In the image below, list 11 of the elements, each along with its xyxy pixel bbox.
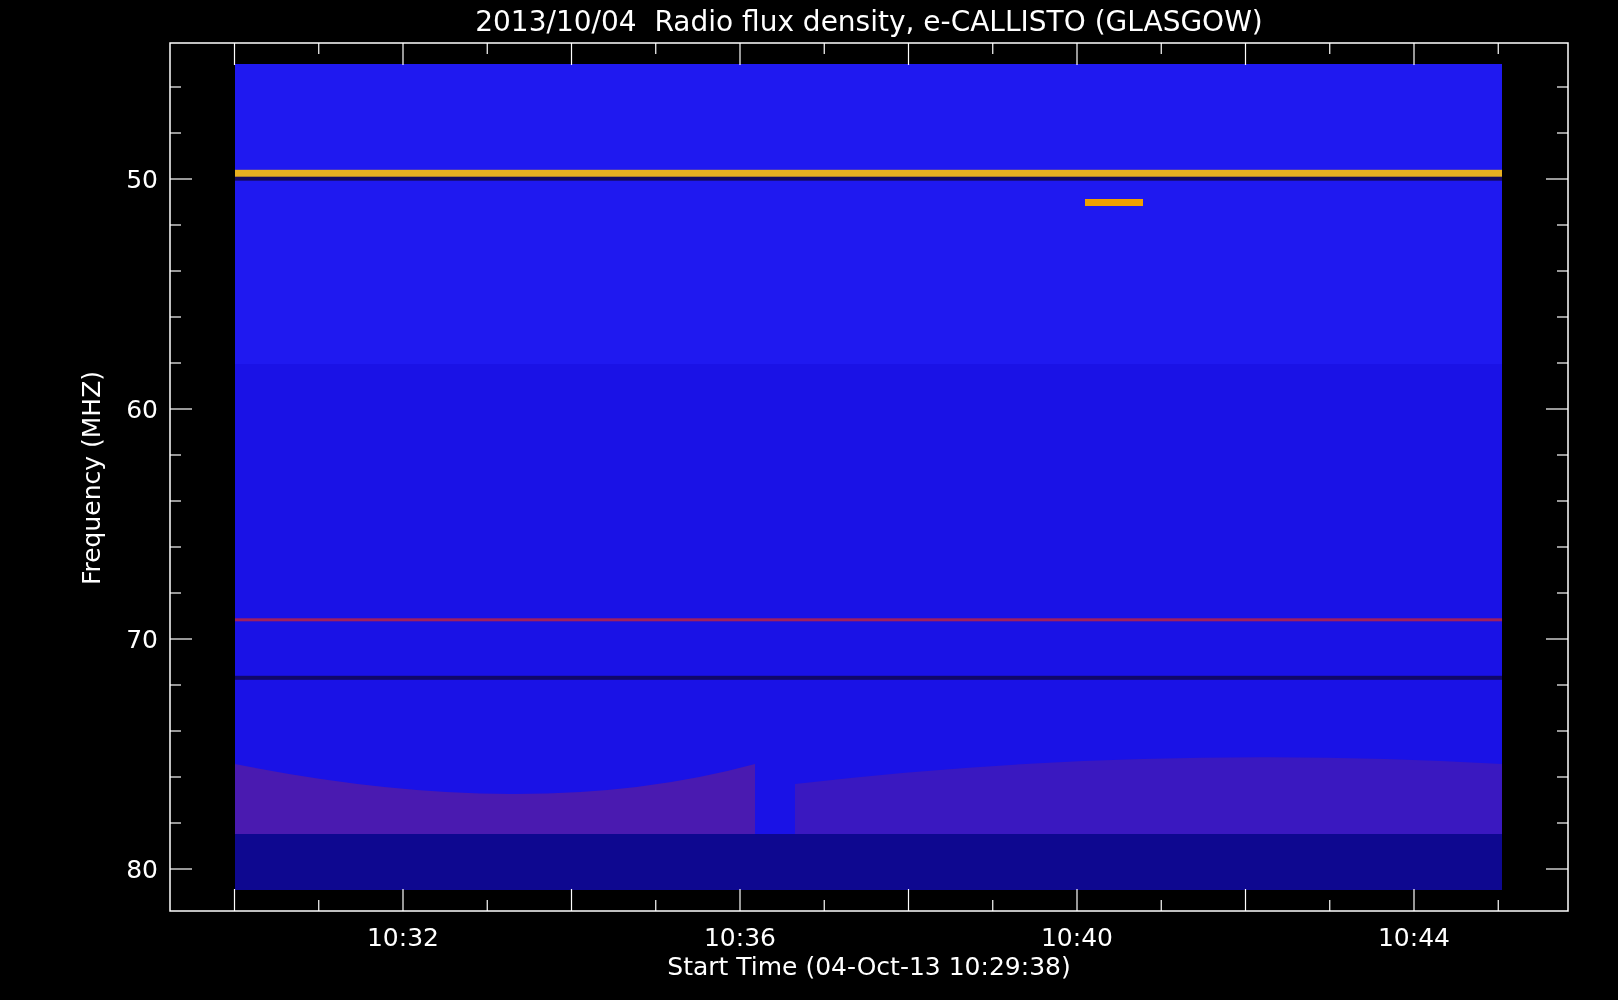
y-tick-label: 60 <box>126 395 158 424</box>
x-tick-label: 10:36 <box>704 923 776 952</box>
x-tick-label: 10:32 <box>367 923 439 952</box>
y-tick-label: 80 <box>126 855 158 884</box>
y-axis-label: Frequency (MHZ) <box>77 370 106 586</box>
y-tick-label: 70 <box>126 625 158 654</box>
chart-title: 2013/10/04 Radio flux density, e-CALLISTO (GLASGOW) <box>475 5 1263 38</box>
x-tick-label: 10:44 <box>1378 923 1450 952</box>
x-axis-label: Start Time (04-Oct-13 10:29:38) <box>667 952 1071 981</box>
y-tick-label: 50 <box>126 165 158 194</box>
x-tick-label: 10:40 <box>1041 923 1113 952</box>
